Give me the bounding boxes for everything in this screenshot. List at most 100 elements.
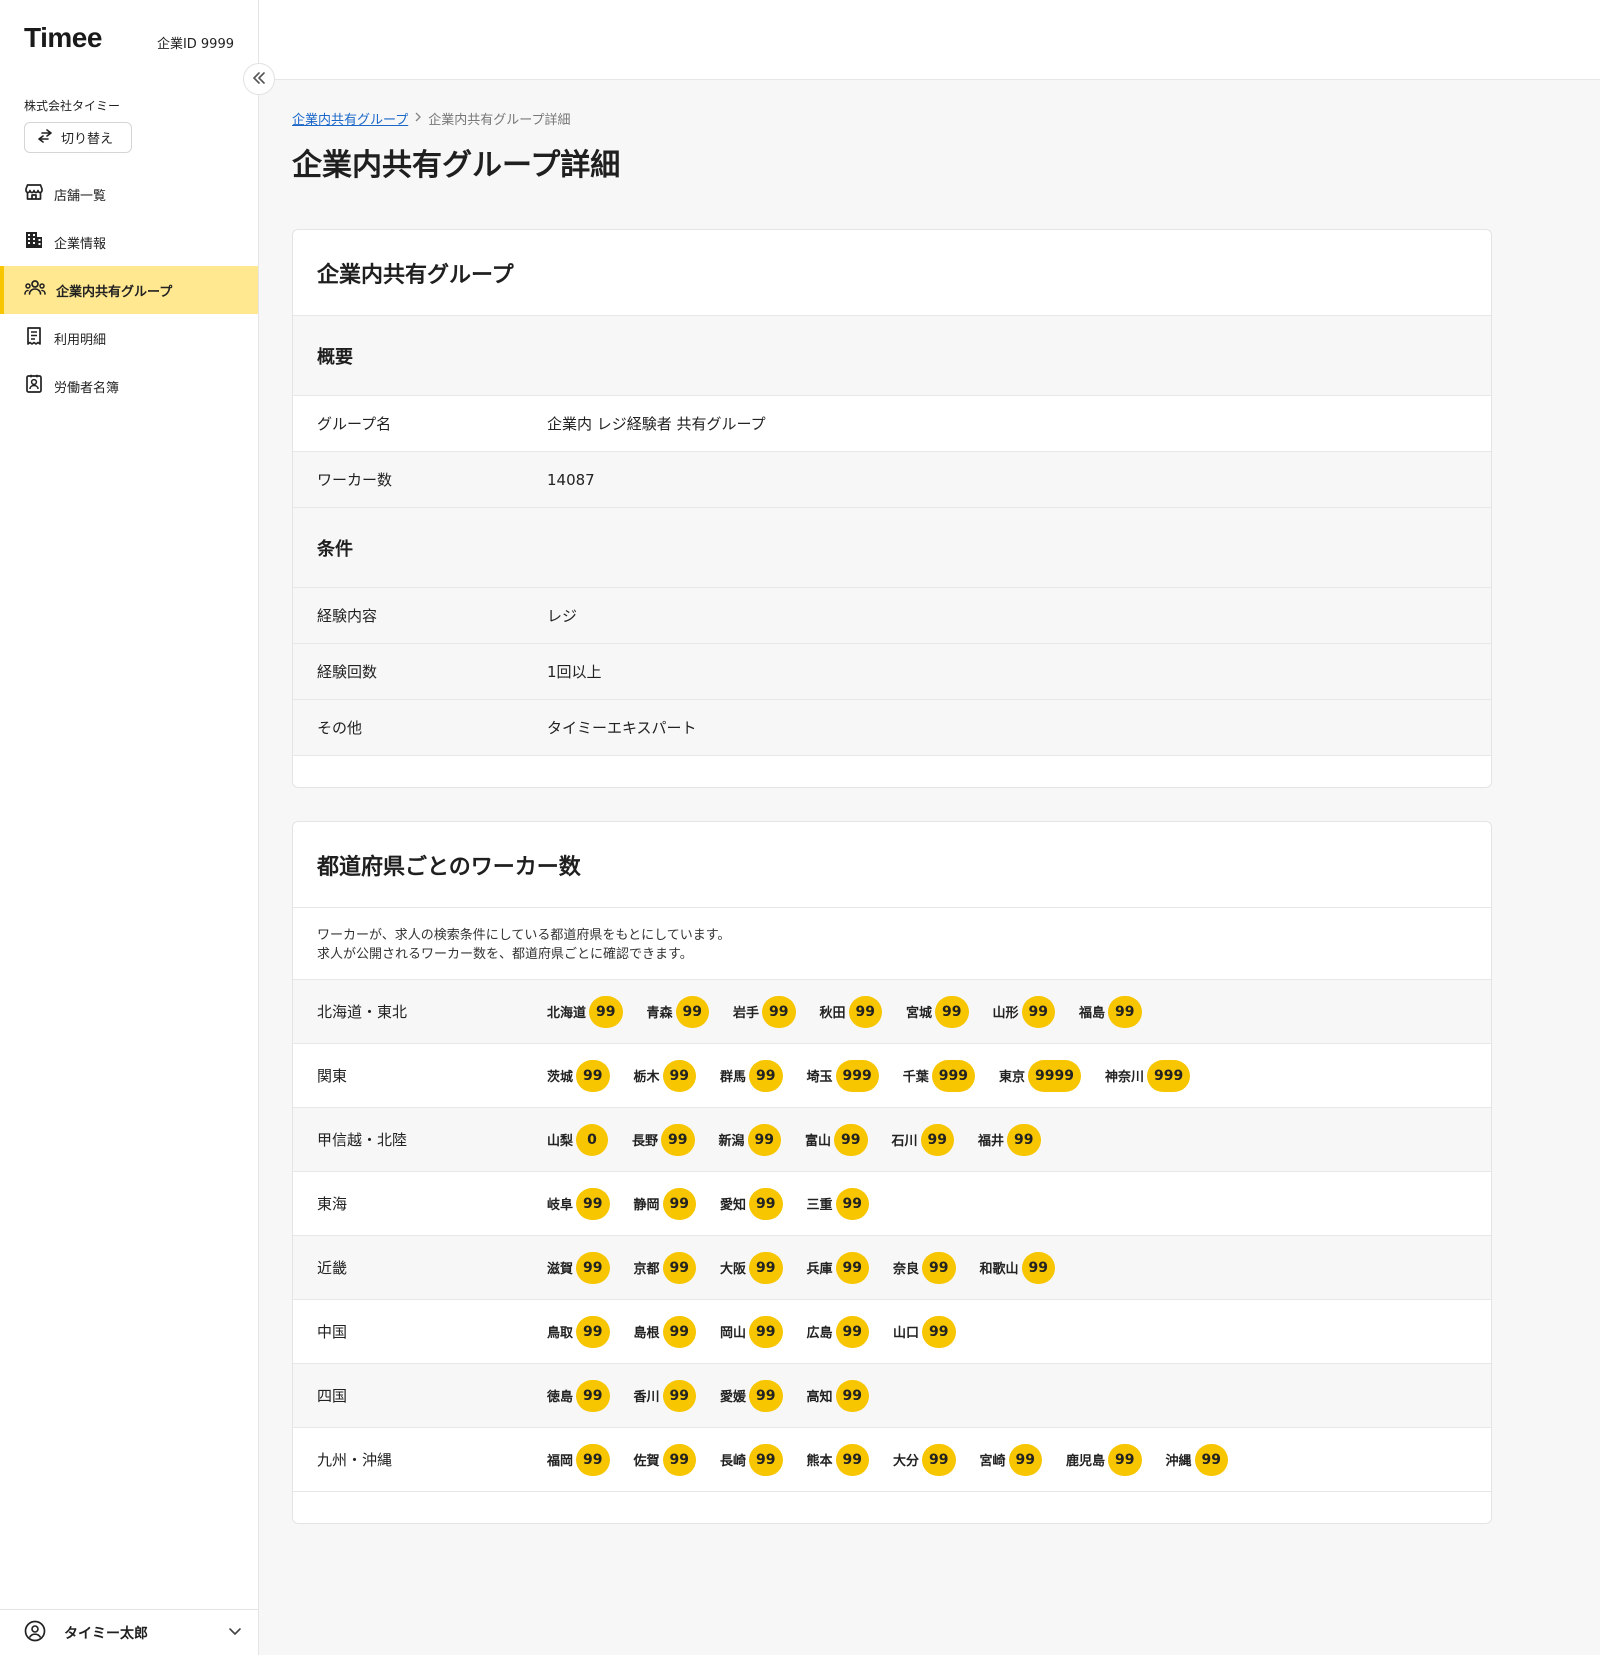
user-menu[interactable]: タイミー太郎 xyxy=(0,1609,258,1655)
prefecture-list: 福岡 99 佐賀 99 長崎 99 熊本 99 大分 99 宮崎 99 鹿児島 99 沖縄 99 xyxy=(547,1443,1252,1476)
worker-count-badge: 99 xyxy=(834,1123,868,1156)
prefecture-item: 静岡 99 xyxy=(634,1187,696,1220)
user-avatar-icon xyxy=(24,1620,46,1646)
worker-count-badge: 99 xyxy=(576,1315,610,1348)
prefecture-item: 山形 99 xyxy=(993,995,1055,1028)
prefecture-list: 滋賀 99 京都 99 大阪 99 兵庫 99 奈良 99 和歌山 99 xyxy=(547,1251,1079,1284)
region-name: 東海 xyxy=(317,1195,348,1213)
group-icon xyxy=(24,279,46,301)
prefecture-item: 岐阜 99 xyxy=(547,1187,610,1220)
prefecture-name: 高知 xyxy=(806,1390,833,1405)
prefecture-name: 青森 xyxy=(646,1006,673,1021)
worker-count-badge: 99 xyxy=(835,1379,869,1412)
worker-count-badge: 99 xyxy=(920,1123,955,1156)
region-row: 関東 茨城 99 栃木 99 群馬 99 埼玉 999 千葉 999 東京 9999 神奈川 999 xyxy=(293,1044,1491,1108)
region-name: 四国 xyxy=(317,1387,348,1405)
collapse-sidebar-button[interactable] xyxy=(243,63,275,95)
prefecture-item: 大阪 99 xyxy=(720,1251,783,1284)
row-label: 経験内容 xyxy=(317,607,378,625)
row-value: 14087 xyxy=(547,470,595,489)
prefecture-item: 石川 99 xyxy=(892,1123,955,1156)
row-label: グループ名 xyxy=(317,415,392,433)
prefecture-name: 兵庫 xyxy=(806,1262,833,1277)
region-row: 中国 鳥取 99 島根 99 岡山 99 広島 99 山口 99 xyxy=(293,1300,1491,1364)
region-list: 北海道・東北 北海道 99 青森 99 岩手 99 秋田 99 宮城 99 山形 99 福島 99 関東 茨城 9… xyxy=(293,980,1491,1492)
prefecture-name: 鳥取 xyxy=(547,1326,574,1341)
worker-count-badge: 99 xyxy=(749,1379,783,1412)
main-content: 企業内共有グループ 企業内共有グループ詳細 企業内共有グループ詳細 xyxy=(292,110,1492,186)
breadcrumb-link-shared-group[interactable]: 企業内共有グループ xyxy=(292,109,408,128)
worker-count-badge: 99 xyxy=(835,1315,869,1348)
prefecture-item: 島根 99 xyxy=(634,1315,696,1348)
page-title: 企業内共有グループ詳細 xyxy=(292,148,621,183)
sidebar-item-label: 店舗一覧 xyxy=(54,188,107,204)
region-name: 中国 xyxy=(317,1323,348,1341)
prefecture-item: 青森 99 xyxy=(646,995,709,1028)
row-value: 1回以上 xyxy=(547,663,602,681)
region-name: 関東 xyxy=(317,1067,348,1085)
prefecture-item: 岩手 99 xyxy=(733,995,796,1028)
prefecture-item: 福島 99 xyxy=(1079,995,1142,1028)
switch-company-button[interactable]: 切り替え xyxy=(24,122,132,153)
sidebar-item-label: 企業情報 xyxy=(54,236,107,252)
prefecture-item: 富山 99 xyxy=(805,1123,868,1156)
sidebar-item-stores[interactable]: 店舗一覧 xyxy=(0,170,258,218)
prefecture-item: 大分 99 xyxy=(893,1443,956,1476)
worker-count-badge: 99 xyxy=(835,1187,869,1220)
worker-count-badge: 0 xyxy=(576,1123,609,1156)
sidebar-item-usage-details[interactable]: 利用明細 xyxy=(0,314,258,362)
prefecture-item: 徳島 99 xyxy=(547,1379,610,1412)
receipt-icon xyxy=(24,326,44,350)
worker-count-badge: 99 xyxy=(749,1251,783,1284)
region-row: 近畿 滋賀 99 京都 99 大阪 99 兵庫 99 奈良 99 和歌山 99 xyxy=(293,1236,1491,1300)
row-value: タイミーエキスパート xyxy=(547,719,697,737)
worker-count-badge: 99 xyxy=(762,995,796,1028)
prefecture-list: 北海道 99 青森 99 岩手 99 秋田 99 宮城 99 山形 99 福島 99 xyxy=(547,995,1166,1028)
worker-count-badge: 999 xyxy=(1147,1059,1191,1092)
worker-count-badge: 99 xyxy=(576,1251,610,1284)
prefecture-item: 高知 99 xyxy=(806,1379,869,1412)
worker-count-badge: 99 xyxy=(576,1187,610,1220)
worker-count-badge: 99 xyxy=(922,1251,956,1284)
prefecture-name: 京都 xyxy=(633,1262,660,1277)
worker-count-badge: 99 xyxy=(675,995,709,1028)
contact-book-icon xyxy=(24,374,44,398)
prefecture-item: 熊本 99 xyxy=(807,1443,869,1476)
worker-count-badge: 99 xyxy=(662,1187,696,1220)
prefecture-item: 香川 99 xyxy=(634,1379,696,1412)
prefecture-name: 長崎 xyxy=(720,1454,747,1469)
worker-count-badge: 99 xyxy=(749,1187,783,1220)
region-name: 北海道・東北 xyxy=(317,1003,408,1021)
group-card: 企業内共有グループ 概要 グループ名 企業内 レジ経験者 共有グループ ワーカー… xyxy=(292,229,1492,788)
prefecture-name: 群馬 xyxy=(720,1070,747,1085)
top-bar xyxy=(259,0,1600,80)
prefecture-item: 三重 99 xyxy=(807,1187,869,1220)
timee-logo[interactable]: Timee xyxy=(24,22,102,54)
prefecture-item: 奈良 99 xyxy=(893,1251,956,1284)
building-icon xyxy=(24,230,44,254)
prefecture-item: 滋賀 99 xyxy=(547,1251,610,1284)
prefecture-name: 埼玉 xyxy=(806,1070,833,1085)
prefecture-name: 山梨 xyxy=(547,1134,574,1149)
worker-count-badge: 99 xyxy=(1194,1443,1228,1476)
row-value: レジ xyxy=(547,607,578,625)
sidebar-nav: 店舗一覧 企業情報 企業内共有グループ 利用明細 労働者名簿 xyxy=(0,170,258,410)
prefecture-item: 茨城 99 xyxy=(547,1059,610,1092)
prefecture-item: 群馬 99 xyxy=(720,1059,783,1092)
prefecture-name: 新潟 xyxy=(718,1134,745,1149)
prefecture-name: 奈良 xyxy=(893,1262,920,1277)
sidebar-item-company-info[interactable]: 企業情報 xyxy=(0,218,258,266)
prefecture-item: 佐賀 99 xyxy=(634,1443,696,1476)
worker-count-badge: 99 xyxy=(1021,995,1055,1028)
region-row: 北海道・東北 北海道 99 青森 99 岩手 99 秋田 99 宮城 99 山形 99 福島 99 xyxy=(293,980,1491,1044)
sidebar-item-worker-registry[interactable]: 労働者名簿 xyxy=(0,362,258,410)
prefecture-name: 千葉 xyxy=(902,1070,929,1085)
prefecture-name: 沖縄 xyxy=(1165,1454,1192,1469)
worker-count-badge: 99 xyxy=(661,1123,695,1156)
prefecture-name: 北海道 xyxy=(547,1006,587,1021)
row-value: 企業内 レジ経験者 共有グループ xyxy=(547,415,766,433)
sidebar-item-shared-group[interactable]: 企業内共有グループ xyxy=(0,266,258,314)
worker-count-badge: 99 xyxy=(1008,1443,1042,1476)
worker-count-badge: 99 xyxy=(749,1443,783,1476)
worker-count-badge: 99 xyxy=(1108,995,1142,1028)
